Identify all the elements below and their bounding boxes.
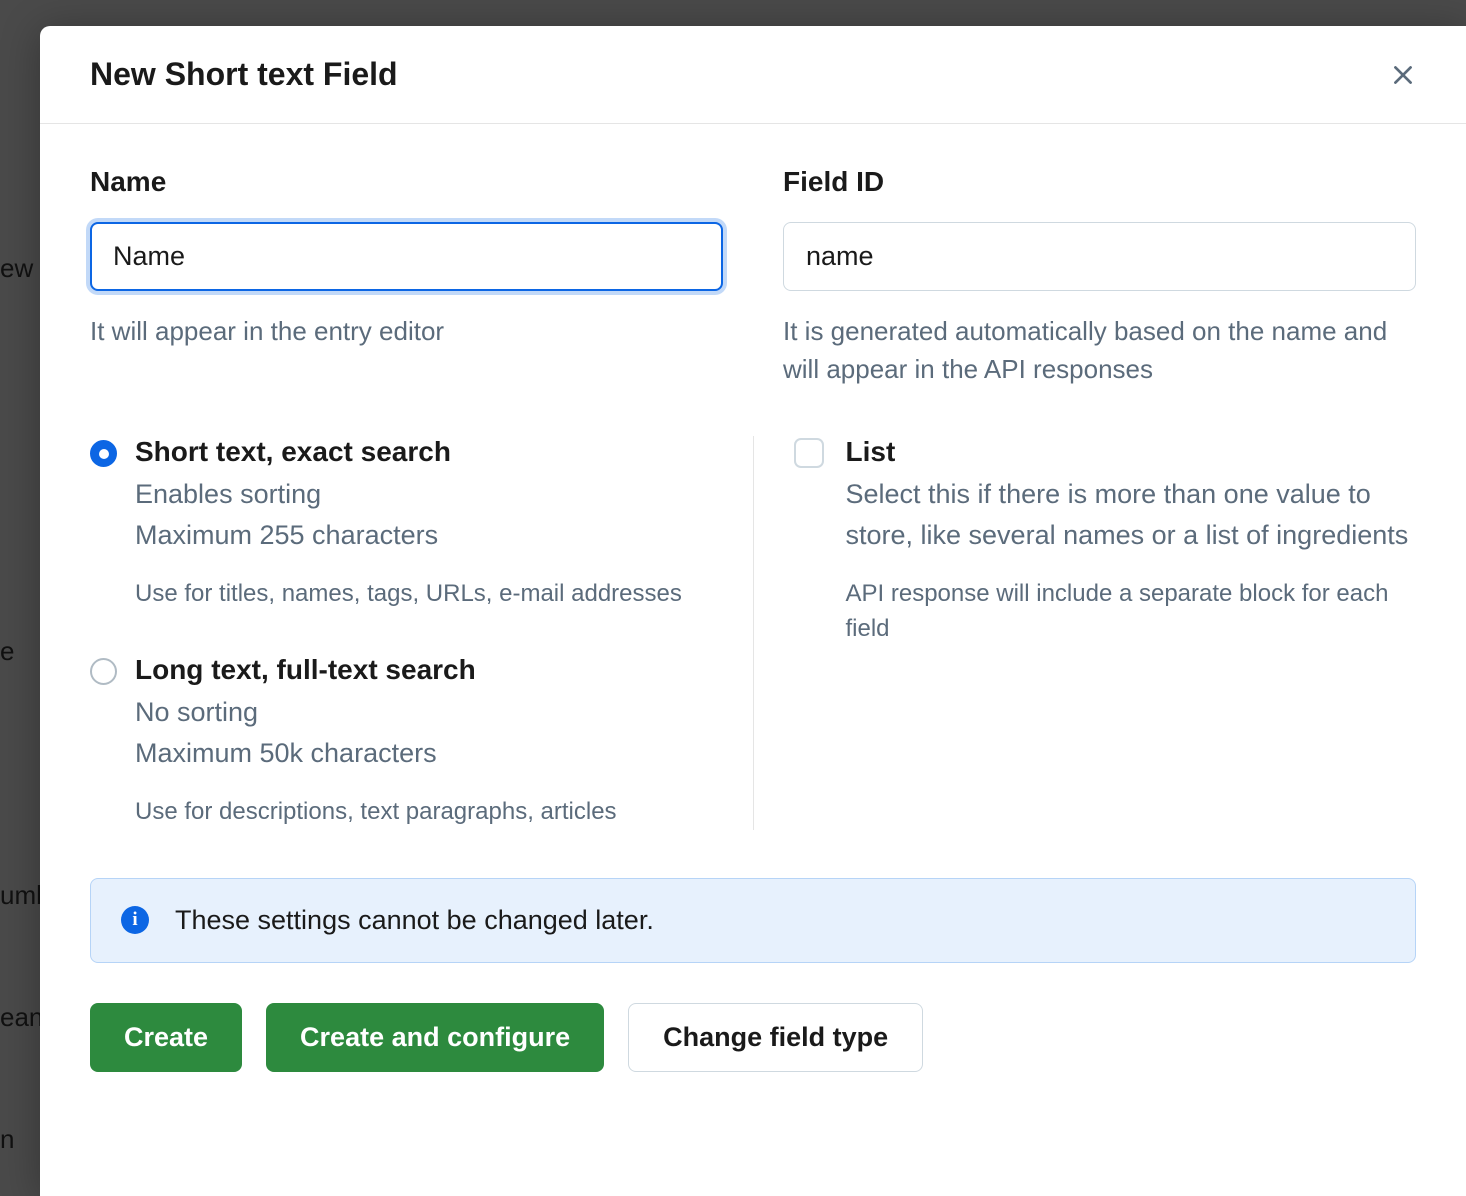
- short-text-hint: Use for titles, names, tags, URLs, e-mai…: [135, 577, 713, 612]
- create-and-configure-button[interactable]: Create and configure: [266, 1003, 604, 1072]
- list-option-column: List Select this if there is more than o…: [754, 436, 1417, 830]
- short-text-option[interactable]: Short text, exact search Enables sorting…: [90, 436, 713, 612]
- close-icon[interactable]: [1390, 62, 1416, 88]
- long-text-content: Long text, full-text search No sorting M…: [135, 654, 713, 830]
- backdrop-text: n: [0, 1124, 14, 1155]
- backdrop-text: ean: [0, 1002, 43, 1033]
- backdrop-text: ew: [0, 253, 33, 284]
- modal-title: New Short text Field: [90, 56, 398, 93]
- new-field-modal: New Short text Field Name It will appear…: [40, 26, 1466, 1196]
- text-type-options: Short text, exact search Enables sorting…: [90, 436, 754, 830]
- long-text-line2: Maximum 50k characters: [135, 733, 713, 774]
- name-input[interactable]: [90, 222, 723, 291]
- list-title: List: [846, 436, 1417, 468]
- short-text-line2: Maximum 255 characters: [135, 515, 713, 556]
- long-text-line1: No sorting: [135, 692, 713, 733]
- short-text-line1: Enables sorting: [135, 474, 713, 515]
- radio-unchecked-icon: [90, 658, 117, 685]
- change-field-type-button[interactable]: Change field type: [628, 1003, 923, 1072]
- name-help-text: It will appear in the entry editor: [90, 313, 723, 351]
- short-text-title: Short text, exact search: [135, 436, 713, 468]
- radio-checked-icon: [90, 440, 117, 467]
- options-row: Short text, exact search Enables sorting…: [90, 436, 1416, 830]
- long-text-option[interactable]: Long text, full-text search No sorting M…: [90, 654, 713, 830]
- list-content: List Select this if there is more than o…: [846, 436, 1417, 647]
- modal-header: New Short text Field: [40, 26, 1466, 124]
- checkbox-unchecked-icon: [794, 438, 824, 468]
- long-text-hint: Use for descriptions, text paragraphs, a…: [135, 795, 713, 830]
- backdrop-text: e: [0, 636, 14, 667]
- fieldid-field-column: Field ID It is generated automatically b…: [783, 166, 1416, 388]
- button-row: Create Create and configure Change field…: [90, 1003, 1416, 1072]
- name-field-column: Name It will appear in the entry editor: [90, 166, 723, 388]
- info-banner: i These settings cannot be changed later…: [90, 878, 1416, 963]
- list-description: Select this if there is more than one va…: [846, 474, 1417, 555]
- short-text-content: Short text, exact search Enables sorting…: [135, 436, 713, 612]
- list-hint: API response will include a separate blo…: [846, 577, 1417, 647]
- field-row: Name It will appear in the entry editor …: [90, 166, 1416, 388]
- info-banner-text: These settings cannot be changed later.: [175, 905, 654, 936]
- fieldid-label: Field ID: [783, 166, 1416, 198]
- fieldid-input[interactable]: [783, 222, 1416, 291]
- long-text-title: Long text, full-text search: [135, 654, 713, 686]
- name-label: Name: [90, 166, 723, 198]
- create-button[interactable]: Create: [90, 1003, 242, 1072]
- modal-body: Name It will appear in the entry editor …: [40, 124, 1466, 1122]
- list-option[interactable]: List Select this if there is more than o…: [794, 436, 1417, 647]
- info-icon: i: [121, 906, 149, 934]
- fieldid-help-text: It is generated automatically based on t…: [783, 313, 1416, 388]
